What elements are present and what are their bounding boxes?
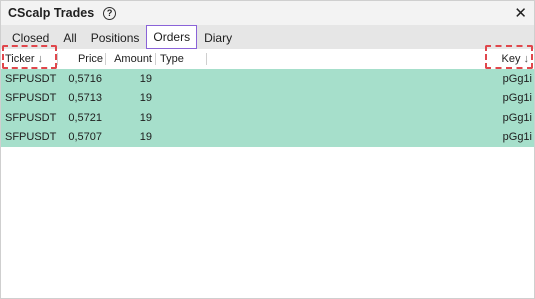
cell-amount: 19 — [139, 131, 152, 144]
cell-price: 0,5721 — [68, 111, 102, 124]
help-icon[interactable]: ? — [103, 6, 117, 20]
window-title: CScalp Trades — [8, 6, 95, 20]
column-label-amount: Amount — [114, 53, 152, 65]
cell-price: 0,5716 — [68, 72, 102, 85]
cell-key: pGg1i — [502, 111, 532, 124]
table-row[interactable]: SFPUSDT 0,5721 19 pGg1i — [1, 108, 534, 128]
title-bar: CScalp Trades ? ✕ — [1, 1, 534, 25]
tab-bar: Closed All Positions Orders Diary — [1, 25, 534, 49]
cell-ticker: SFPUSDT — [5, 92, 57, 105]
column-label-price: Price — [77, 53, 103, 65]
cell-ticker: SFPUSDT — [5, 111, 57, 124]
column-separator[interactable] — [105, 53, 106, 65]
column-label-type: Type — [160, 53, 184, 65]
tab-all[interactable]: All — [56, 27, 83, 49]
trades-window: CScalp Trades ? ✕ Closed All Positions O… — [0, 0, 535, 299]
cell-price: 0,5707 — [68, 131, 102, 144]
cell-key: pGg1i — [502, 131, 532, 144]
close-icon[interactable]: ✕ — [514, 6, 527, 21]
tab-orders[interactable]: Orders — [146, 25, 198, 49]
tab-diary[interactable]: Diary — [197, 27, 239, 49]
column-separator[interactable] — [57, 53, 58, 65]
cell-key: pGg1i — [502, 92, 532, 105]
tab-positions[interactable]: Positions — [84, 27, 147, 49]
table-header: Ticker ↓ Price Amount Type Key ↓ — [1, 45, 534, 69]
cell-amount: 19 — [139, 92, 152, 105]
cell-key: pGg1i — [502, 72, 532, 85]
table-row[interactable]: SFPUSDT 0,5716 19 pGg1i — [1, 69, 534, 89]
column-header-price[interactable]: Price — [61, 49, 103, 69]
cell-price: 0,5713 — [68, 92, 102, 105]
column-separator[interactable] — [206, 53, 207, 65]
column-header-type[interactable]: Type — [160, 49, 200, 69]
table-row[interactable]: SFPUSDT 0,5713 19 pGg1i — [1, 88, 534, 108]
cell-amount: 19 — [139, 72, 152, 85]
column-separator[interactable] — [155, 53, 156, 65]
cell-ticker: SFPUSDT — [5, 131, 57, 144]
key-highlight-box — [485, 45, 533, 69]
column-header-amount[interactable]: Amount — [107, 49, 152, 69]
ticker-highlight-box — [2, 45, 57, 69]
cell-amount: 19 — [139, 111, 152, 124]
orders-table-body: SFPUSDT 0,5716 19 pGg1i SFPUSDT 0,5713 1… — [1, 69, 534, 147]
cell-ticker: SFPUSDT — [5, 72, 57, 85]
table-row[interactable]: SFPUSDT 0,5707 19 pGg1i — [1, 127, 534, 147]
